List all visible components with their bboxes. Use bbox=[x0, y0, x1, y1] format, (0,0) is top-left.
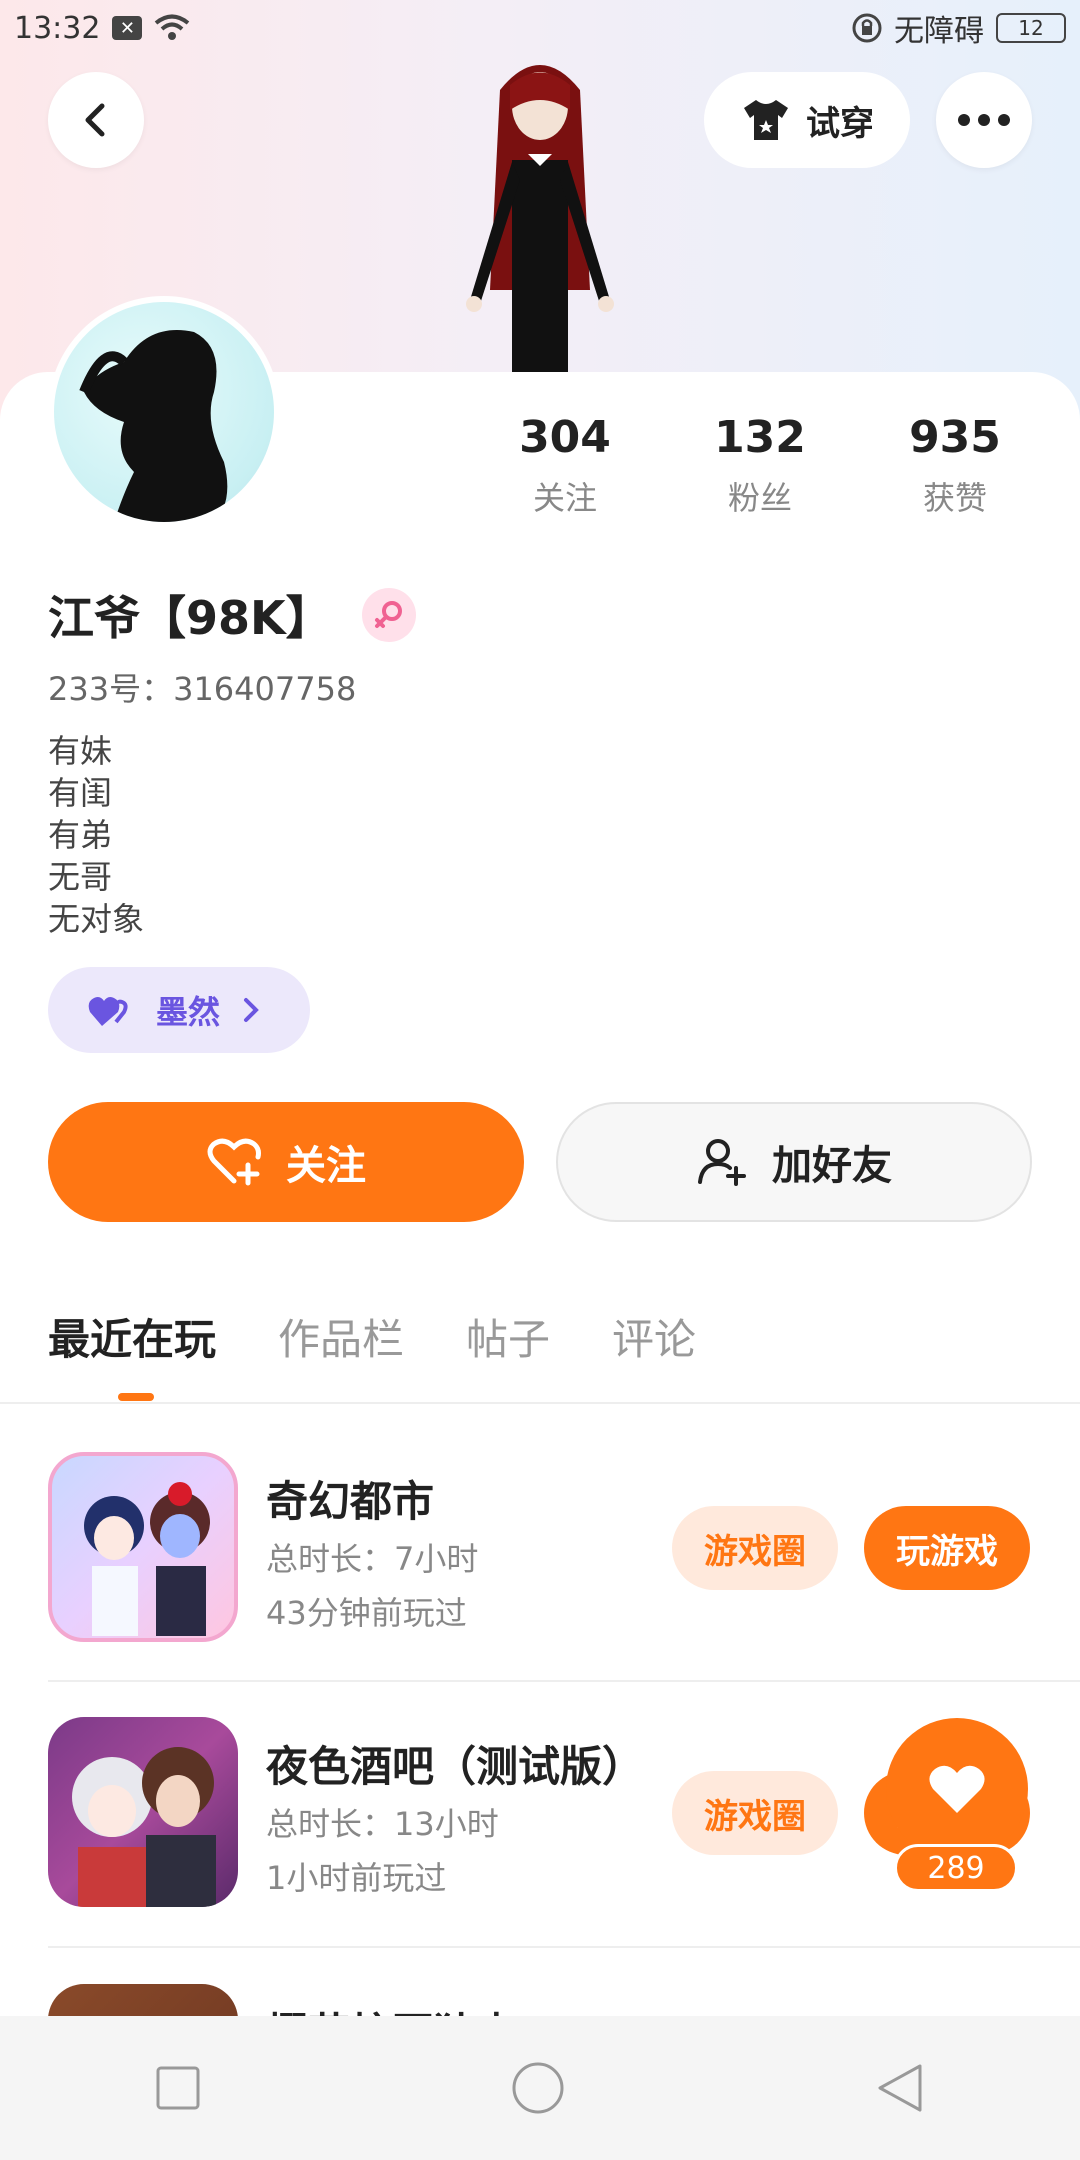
status-bar: 13:32 ✕ 无障碍 12 bbox=[0, 0, 1080, 56]
game-title: 奇幻都市 bbox=[266, 1477, 435, 1526]
tshirt-icon bbox=[744, 100, 788, 140]
tab-works[interactable]: 作品栏 bbox=[278, 1306, 404, 1367]
game-last-played: 1小时前玩过 bbox=[266, 1859, 447, 1897]
stat-value: 304 bbox=[519, 412, 611, 463]
bio-line: 有闺 bbox=[48, 774, 113, 812]
list-divider bbox=[48, 1946, 1080, 1948]
stat-label: 获赞 bbox=[922, 479, 987, 517]
status-time: 13:32 bbox=[14, 10, 101, 46]
list-divider bbox=[48, 1680, 1080, 1682]
tab-indicator bbox=[118, 1393, 154, 1401]
bio: 有妹 有闺 有弟 无哥 无对象 bbox=[48, 730, 144, 940]
game-meta: 总时长：13小时 1小时前玩过 bbox=[266, 1797, 499, 1905]
relation-tag-label: 墨然 bbox=[156, 993, 221, 1031]
tryon-button[interactable]: 试穿 bbox=[704, 72, 910, 168]
battery-level: 12 bbox=[1018, 16, 1044, 40]
game-icon-night-bar[interactable] bbox=[48, 1717, 238, 1907]
game-title: 樱花校园独占 bbox=[266, 2000, 518, 2016]
bio-line: 无哥 bbox=[48, 858, 113, 896]
add-friend-button[interactable]: 加好友 bbox=[556, 1102, 1032, 1222]
back-icon bbox=[85, 103, 105, 137]
home-icon[interactable] bbox=[510, 2060, 566, 2116]
floating-like-button[interactable] bbox=[886, 1718, 1028, 1860]
add-user-icon bbox=[698, 1139, 746, 1186]
game-duration: 总时长：7小时 bbox=[266, 1540, 479, 1578]
tab-recent-play[interactable]: 最近在玩 bbox=[48, 1306, 216, 1367]
list-item[interactable]: 奇幻都市 总时长：7小时 43分钟前玩过 游戏圈 玩游戏 bbox=[48, 1452, 1080, 1716]
lock-rotation-icon bbox=[852, 13, 882, 43]
wifi-icon bbox=[155, 14, 190, 40]
user-id: 233号：316407758 bbox=[48, 670, 357, 708]
bio-line: 有妹 bbox=[48, 732, 113, 770]
back-nav-icon[interactable] bbox=[874, 2060, 926, 2116]
game-icon-fantasy-city[interactable] bbox=[48, 1452, 238, 1642]
stat-following[interactable]: 304 关注 bbox=[480, 412, 650, 519]
heart-plus-icon bbox=[207, 1138, 261, 1186]
game-icon-sakura[interactable] bbox=[48, 1984, 238, 2016]
name-row: 江爷【98K】 bbox=[48, 582, 416, 648]
bio-line: 有弟 bbox=[48, 816, 113, 854]
list-item[interactable]: 樱花校园独占 bbox=[48, 1984, 1080, 2016]
tab-posts[interactable]: 帖子 bbox=[466, 1306, 550, 1367]
notification-icon: ✕ bbox=[112, 16, 143, 40]
follow-button[interactable]: 关注 bbox=[48, 1102, 524, 1222]
tryon-label: 试穿 bbox=[806, 103, 874, 144]
profile-stats: 304 关注 132 粉丝 935 获赞 bbox=[480, 412, 1040, 519]
heart-icon bbox=[929, 1765, 985, 1813]
stat-label: 关注 bbox=[532, 479, 597, 517]
username: 江爷【98K】 bbox=[48, 591, 332, 645]
game-circle-button[interactable]: 游戏圈 bbox=[672, 1771, 838, 1855]
tab-comments[interactable]: 评论 bbox=[612, 1306, 696, 1367]
add-friend-label: 加好友 bbox=[772, 1143, 892, 1189]
follow-label: 关注 bbox=[286, 1143, 366, 1189]
more-button[interactable] bbox=[936, 72, 1032, 168]
female-icon bbox=[361, 588, 416, 642]
recent-apps-icon[interactable] bbox=[154, 2064, 202, 2112]
stat-value: 132 bbox=[714, 412, 806, 463]
stat-label: 粉丝 bbox=[727, 479, 792, 517]
chevron-right-icon bbox=[244, 998, 259, 1022]
avatar[interactable] bbox=[48, 296, 280, 528]
play-game-button[interactable]: 玩游戏 bbox=[864, 1506, 1030, 1590]
back-button[interactable] bbox=[48, 72, 144, 168]
profile-tabs: 最近在玩 作品栏 帖子 评论 bbox=[48, 1306, 758, 1367]
relation-tag[interactable]: 墨然 bbox=[48, 967, 310, 1053]
game-circle-button[interactable]: 游戏圈 bbox=[672, 1506, 838, 1590]
game-title: 夜色酒吧（测试版） bbox=[266, 1742, 645, 1791]
battery-icon: 12 bbox=[996, 13, 1066, 43]
avatar-silhouette bbox=[79, 330, 228, 522]
character-figure[interactable] bbox=[430, 50, 650, 372]
stat-value: 935 bbox=[909, 412, 1001, 463]
game-last-played: 43分钟前玩过 bbox=[266, 1594, 467, 1632]
bio-line: 无对象 bbox=[48, 900, 145, 938]
tab-divider bbox=[0, 1402, 1080, 1404]
system-nav-bar bbox=[0, 2016, 1080, 2160]
game-duration: 总时长：13小时 bbox=[266, 1805, 499, 1843]
stat-likes[interactable]: 935 获赞 bbox=[870, 412, 1040, 519]
stat-fans[interactable]: 132 粉丝 bbox=[675, 412, 845, 519]
hearts-icon bbox=[88, 997, 128, 1026]
like-count: 289 bbox=[894, 1844, 1018, 1892]
accessibility-label: 无障碍 bbox=[894, 14, 984, 49]
game-meta: 总时长：7小时 43分钟前玩过 bbox=[266, 1532, 478, 1640]
more-icon bbox=[958, 114, 1010, 126]
